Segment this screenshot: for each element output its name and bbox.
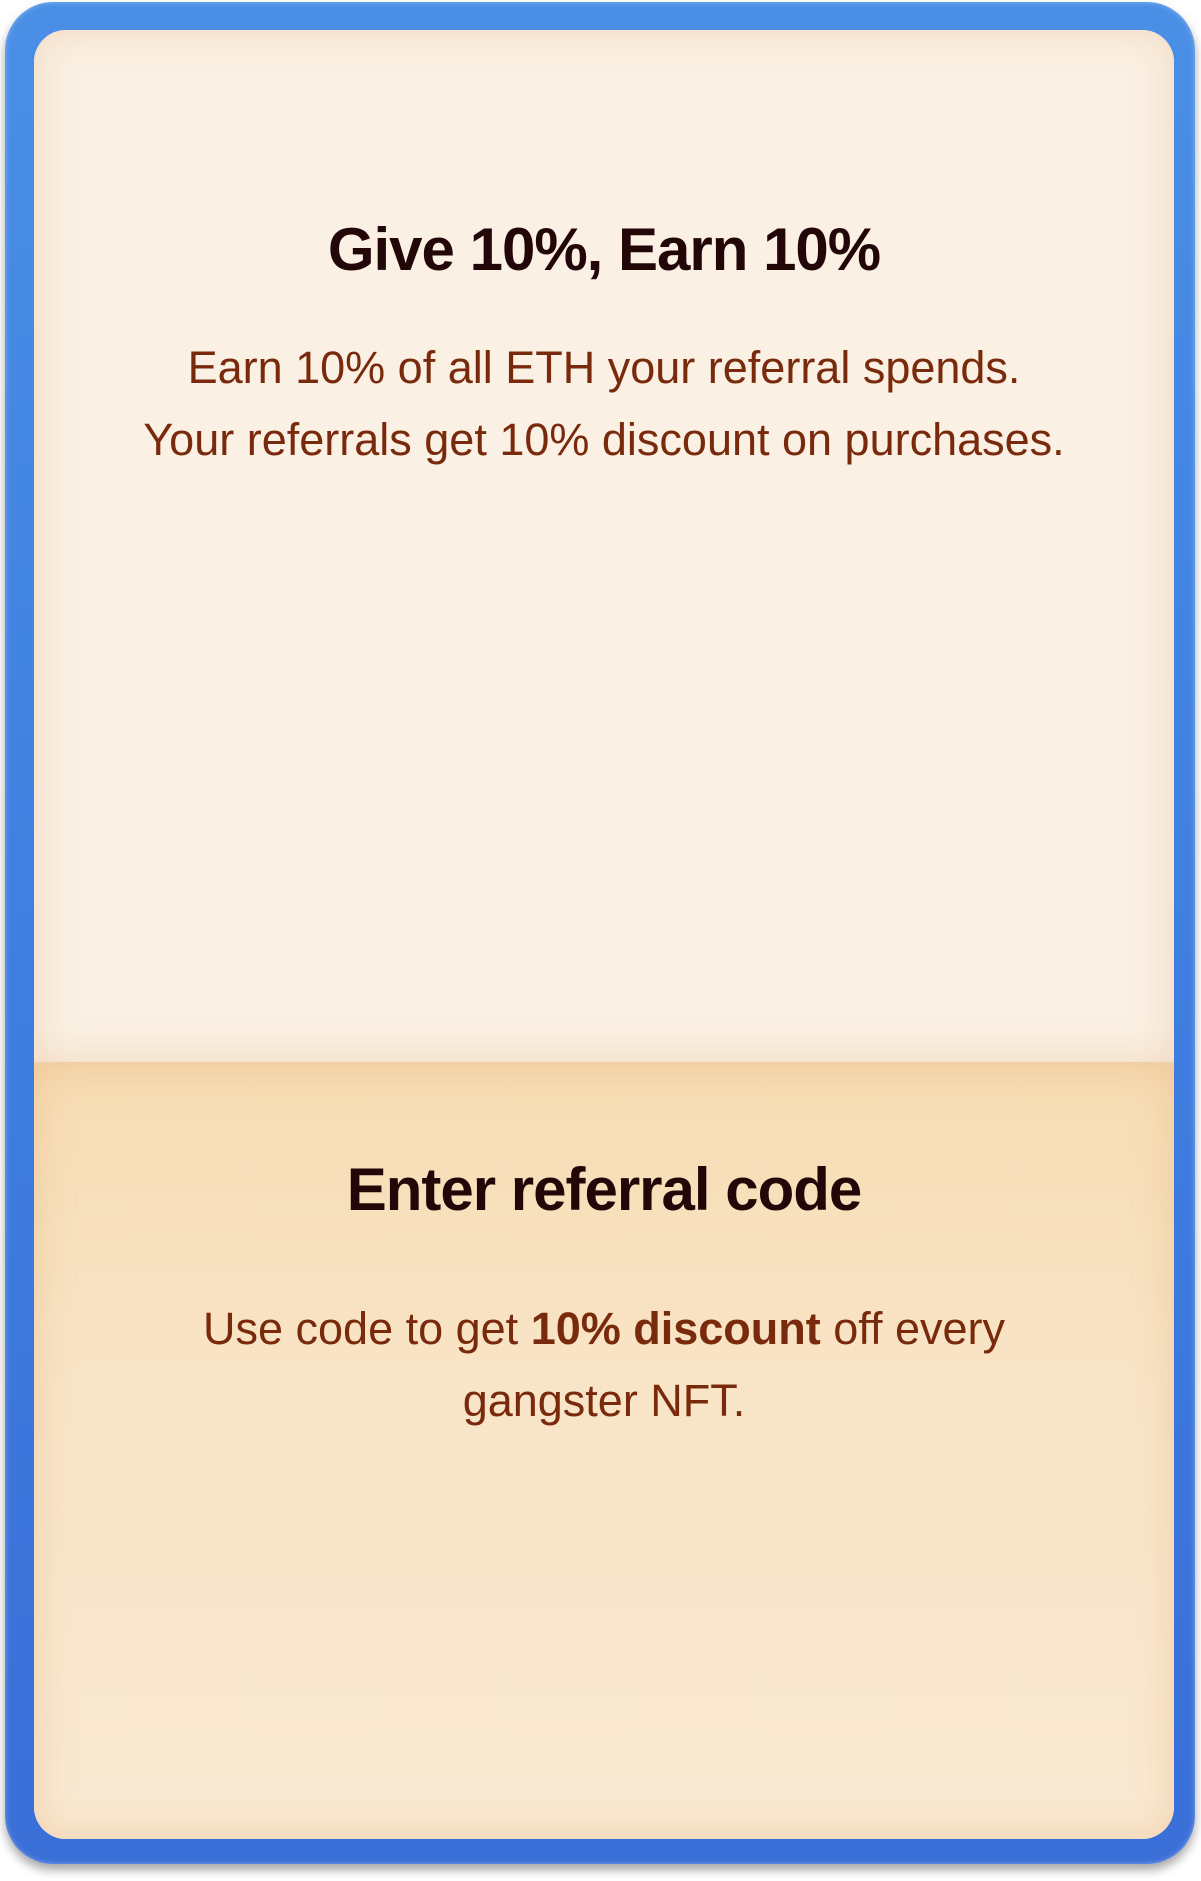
referral-offer-title: Give 10%, Earn 10% [327, 216, 881, 283]
enter-code-desc-highlight: 10% discount [530, 1303, 821, 1354]
enter-referral-code-panel: Enter referral code Use code to get 10% … [34, 1065, 1174, 1839]
enter-code-title: Enter referral code [346, 1156, 863, 1223]
referral-offer-line-2: Your referrals get 10% discount on purch… [143, 414, 1065, 465]
referral-offer-panel: Give 10%, Earn 10% Earn 10% of all ETH y… [34, 30, 1174, 1062]
referral-offer-description: Earn 10% of all ETH your referral spends… [74, 332, 1134, 476]
enter-code-desc-prefix: Use code to get [202, 1303, 531, 1354]
referral-offer-line-1: Earn 10% of all ETH your referral spends… [187, 342, 1021, 393]
enter-code-description: Use code to get 10% discount off every g… [154, 1293, 1054, 1437]
card-frame: Give 10%, Earn 10% Earn 10% of all ETH y… [5, 2, 1195, 1864]
referral-card: Give 10%, Earn 10% Earn 10% of all ETH y… [34, 30, 1174, 1839]
